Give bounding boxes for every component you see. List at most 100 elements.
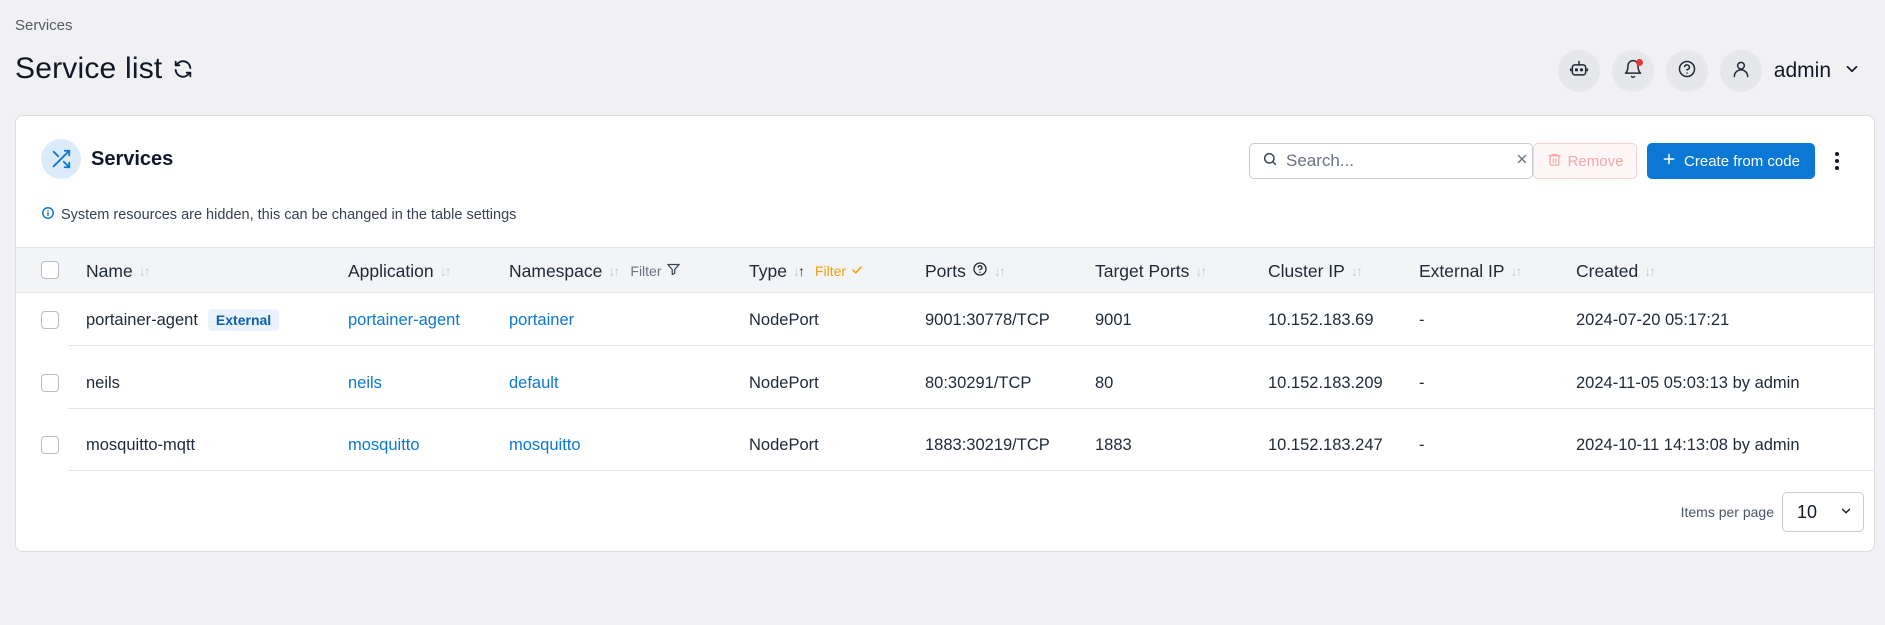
application-link[interactable]: mosquitto	[348, 419, 420, 471]
row-divider	[68, 345, 1874, 346]
search-input[interactable]	[1286, 151, 1507, 171]
column-header-application[interactable]: Application ↓↑	[348, 248, 452, 294]
items-per-page-label: Items per page	[1680, 504, 1774, 520]
table-header: Name ↓↑ Application ↓↑ Namespace ↓↑ Filter …	[16, 247, 1874, 293]
services-panel: Services Remove Create from code System …	[15, 115, 1875, 552]
avatar[interactable]	[1719, 50, 1762, 92]
sort-icon[interactable]: ↓↑	[1195, 263, 1207, 279]
column-header-type[interactable]: Type ↓↑ Filter	[749, 248, 864, 294]
ai-assistant-button[interactable]	[1557, 50, 1600, 92]
info-text: System resources are hidden, this can be…	[61, 207, 517, 223]
table-row: portainer-agent External portainer-agent…	[16, 294, 1874, 346]
items-per-page-value: 10	[1797, 501, 1818, 522]
remove-label: Remove	[1567, 152, 1624, 170]
namespace-filter[interactable]: Filter	[630, 262, 680, 280]
search-box[interactable]	[1249, 143, 1533, 179]
sort-icon[interactable]: ↓↑	[994, 263, 1006, 279]
namespace-link[interactable]: portainer	[509, 294, 574, 346]
funnel-icon	[666, 262, 681, 280]
panel-title: Services	[91, 147, 174, 170]
user-menu[interactable]: admin	[1719, 50, 1861, 92]
service-name-cell: portainer-agent External	[86, 294, 280, 346]
search-icon	[1262, 151, 1278, 172]
clear-search-icon[interactable]	[1515, 152, 1529, 171]
created-cell: 2024-07-20 05:17:21	[1576, 310, 1730, 329]
ports-cell: 9001:30778/TCP	[925, 310, 1050, 329]
application-link[interactable]: neils	[348, 357, 382, 409]
create-label: Create from code	[1684, 152, 1800, 170]
ports-cell: 1883:30219/TCP	[925, 435, 1050, 454]
table-row: mosquitto-mqtt mosquitto mosquitto NodeP…	[16, 419, 1874, 471]
column-header-ports[interactable]: Ports ↓↑	[925, 248, 1006, 294]
created-cell: 2024-10-11 14:13:08 by admin	[1576, 435, 1800, 454]
select-all-checkbox[interactable]	[41, 261, 59, 279]
items-per-page-select[interactable]: 10	[1782, 492, 1864, 532]
remove-button[interactable]: Remove	[1533, 143, 1637, 179]
shuffle-icon	[41, 139, 81, 179]
type-cell: NodePort	[749, 373, 819, 392]
target-ports-cell: 1883	[1095, 435, 1132, 454]
sort-icon[interactable]: ↓↑	[1351, 263, 1363, 279]
namespace-link[interactable]: mosquitto	[509, 419, 581, 471]
header-actions: admin	[1557, 50, 1861, 92]
refresh-icon[interactable]	[172, 58, 194, 80]
info-message: System resources are hidden, this can be…	[41, 206, 516, 224]
sort-icon[interactable]: ↓↑	[608, 263, 620, 279]
user-icon	[1731, 59, 1751, 84]
help-button[interactable]	[1665, 50, 1708, 92]
column-header-cluster-ip[interactable]: Cluster IP ↓↑	[1268, 248, 1363, 294]
pagination: Items per page 10	[1681, 492, 1864, 532]
row-checkbox[interactable]	[41, 311, 59, 329]
sort-icon[interactable]: ↓↑	[139, 263, 151, 279]
notification-dot	[1635, 59, 1643, 66]
column-header-target-ports[interactable]: Target Ports ↓↑	[1095, 248, 1207, 294]
cluster-ip-cell: 10.152.183.69	[1268, 310, 1374, 329]
sort-asc-icon[interactable]: ↓↑	[793, 263, 805, 279]
external-ip-cell: -	[1419, 373, 1425, 392]
create-from-code-button[interactable]: Create from code	[1647, 143, 1815, 179]
column-header-namespace[interactable]: Namespace ↓↑ Filter	[509, 248, 681, 294]
page-title: Service list	[15, 52, 163, 85]
page-title-wrap: Service list	[15, 52, 194, 86]
help-icon[interactable]	[972, 261, 988, 282]
type-cell: NodePort	[749, 310, 819, 329]
user-name: admin	[1773, 59, 1831, 82]
created-cell: 2024-11-05 05:03:13 by admin	[1576, 373, 1800, 392]
external-ip-cell: -	[1419, 310, 1425, 329]
target-ports-cell: 80	[1095, 373, 1114, 392]
application-link[interactable]: portainer-agent	[348, 294, 460, 346]
chevron-down-icon	[1839, 502, 1853, 523]
external-badge: External	[207, 309, 280, 331]
service-name-cell: neils	[86, 373, 120, 392]
type-cell: NodePort	[749, 435, 819, 454]
sort-icon[interactable]: ↓↑	[440, 263, 452, 279]
check-icon	[850, 263, 864, 280]
cluster-ip-cell: 10.152.183.209	[1268, 373, 1383, 392]
notifications-button[interactable]	[1611, 50, 1654, 92]
chevron-down-icon	[1843, 60, 1861, 83]
type-filter[interactable]: Filter	[815, 263, 864, 280]
cluster-ip-cell: 10.152.183.247	[1268, 435, 1383, 454]
target-ports-cell: 9001	[1095, 310, 1132, 329]
namespace-link[interactable]: default	[509, 357, 559, 409]
sort-icon[interactable]: ↓↑	[1644, 263, 1656, 279]
row-divider	[68, 408, 1874, 409]
panel-header: Services	[41, 139, 173, 179]
column-header-created[interactable]: Created ↓↑	[1576, 248, 1656, 294]
row-divider	[68, 470, 1874, 471]
ports-cell: 80:30291/TCP	[925, 373, 1032, 392]
service-name-cell: mosquitto-mqtt	[86, 435, 196, 454]
column-header-external-ip[interactable]: External IP ↓↑	[1419, 248, 1523, 294]
row-checkbox[interactable]	[41, 374, 59, 392]
sort-icon[interactable]: ↓↑	[1511, 263, 1523, 279]
external-ip-cell: -	[1419, 435, 1425, 454]
plus-icon	[1662, 152, 1676, 170]
bot-icon	[1569, 59, 1589, 84]
more-options-icon[interactable]	[1829, 150, 1845, 172]
table-row: neils neils default NodePort 80:30291/TC…	[16, 357, 1874, 409]
trash-icon	[1547, 152, 1562, 171]
info-icon	[41, 206, 55, 224]
row-checkbox[interactable]	[41, 436, 59, 454]
breadcrumb[interactable]: Services	[15, 17, 73, 34]
column-header-name[interactable]: Name ↓↑	[86, 248, 151, 294]
